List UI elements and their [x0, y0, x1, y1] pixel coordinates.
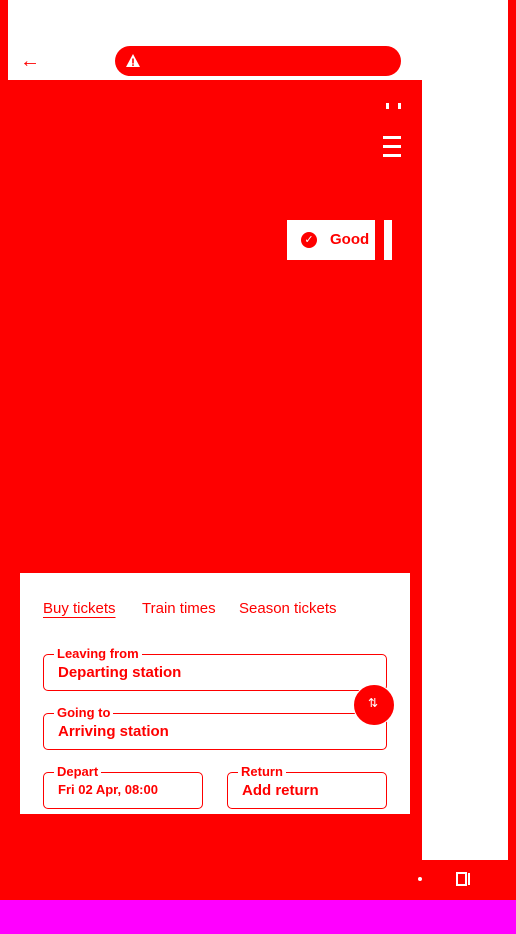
return-value: Add return [242, 782, 319, 799]
left-edge-strip [0, 0, 8, 860]
swap-stations-button[interactable]: ⇅ [353, 684, 395, 726]
tab-buy-tickets[interactable]: Buy tickets [43, 600, 116, 617]
depart-label: Depart [54, 764, 102, 779]
hamburger-menu-icon[interactable] [383, 136, 401, 160]
tab-train-times[interactable]: Train times [142, 600, 216, 617]
back-arrow-icon[interactable]: ← [20, 50, 42, 72]
leaving-from-label: Leaving from [54, 646, 142, 661]
background-page-strip [422, 0, 508, 860]
going-to-label: Going to [54, 705, 114, 720]
return-label: Return [238, 764, 286, 779]
status-badge: ✓ Good [287, 220, 375, 260]
leaving-from-field[interactable]: Leaving from Departing station [43, 646, 387, 691]
nav-dot-icon[interactable] [418, 877, 422, 881]
going-to-field[interactable]: Going to Arriving station [43, 705, 387, 750]
badge-side-bar [384, 220, 392, 260]
status-dots-icon [386, 96, 402, 109]
recent-apps-icon[interactable] [454, 870, 472, 888]
alert-banner[interactable]: DIRECTION [115, 46, 401, 76]
status-badge-label: Good [330, 231, 370, 248]
booking-card: Buy tickets Train times Season tickets L… [20, 573, 410, 814]
leaving-from-value: Departing station [58, 664, 182, 681]
depart-value: Fri 02 Apr, 08:00 [58, 782, 158, 797]
bottom-navigation-bar [0, 860, 516, 900]
check-circle-icon: ✓ [301, 232, 317, 248]
warning-icon [126, 54, 140, 67]
return-field[interactable]: Return Add return [227, 764, 387, 809]
swap-icon: ⇅ [368, 696, 379, 710]
depart-field[interactable]: Depart Fri 02 Apr, 08:00 [43, 764, 203, 809]
going-to-value: Arriving station [58, 723, 169, 740]
system-bar [0, 900, 516, 934]
tab-season-tickets[interactable]: Season tickets [239, 600, 337, 617]
alert-text: DIRECTION [161, 53, 231, 65]
right-edge-strip [508, 0, 516, 900]
